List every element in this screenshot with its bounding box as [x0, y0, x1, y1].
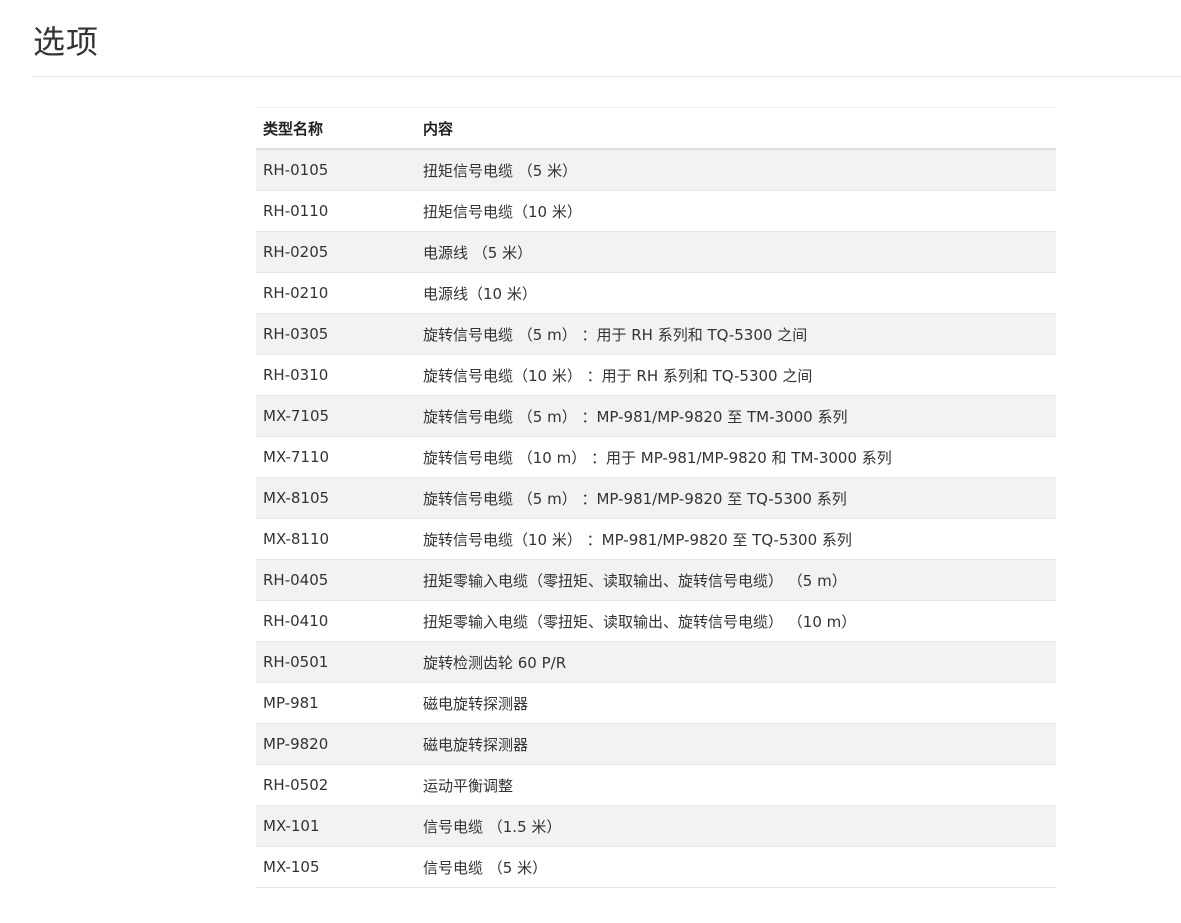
table-row: RH-0105 扭矩信号电缆 （5 米）	[256, 149, 1056, 191]
content-cell: 旋转信号电缆 （10 m） ：用于 MP-981/MP-9820 和 TM-30…	[416, 436, 1056, 478]
content-cell: 旋转信号电缆（10 米） ：用于 RH 系列和 TQ-5300 之间	[416, 354, 1056, 396]
table-row: MX-101 信号电缆 （1.5 米）	[256, 805, 1056, 847]
type-name-cell: RH-0502	[256, 764, 416, 806]
type-name-cell: RH-0410	[256, 600, 416, 642]
table-row: MX-8105 旋转信号电缆 （5 m） ：MP-981/MP-9820 至 TQ…	[256, 477, 1056, 519]
table-row: RH-0305 旋转信号电缆 （5 m） ：用于 RH 系列和 TQ-5300 之…	[256, 313, 1056, 355]
column-header-content: 内容	[416, 107, 1056, 150]
table-row: RH-0502 运动平衡调整	[256, 764, 1056, 806]
type-name-cell: MP-9820	[256, 723, 416, 765]
type-name-cell: RH-0310	[256, 354, 416, 396]
type-name-cell: MX-8110	[256, 518, 416, 560]
content-cell: 扭矩信号电缆（10 米）	[416, 190, 1056, 232]
content-cell: 磁电旋转探测器	[416, 723, 1056, 765]
table-row: RH-0205 电源线 （5 米）	[256, 231, 1056, 273]
content-cell: 运动平衡调整	[416, 764, 1056, 806]
table-row: MX-7110 旋转信号电缆 （10 m） ：用于 MP-981/MP-9820 …	[256, 436, 1056, 478]
table-row: MX-8110 旋转信号电缆（10 米） ：MP-981/MP-9820 至 TQ…	[256, 518, 1056, 560]
table-row: RH-0310 旋转信号电缆（10 米） ：用于 RH 系列和 TQ-5300 之…	[256, 354, 1056, 396]
content-cell: 扭矩信号电缆 （5 米）	[416, 149, 1056, 191]
type-name-cell: RH-0205	[256, 231, 416, 273]
content-cell: 扭矩零输入电缆（零扭矩、读取输出、旋转信号电缆） （5 m）	[416, 559, 1056, 601]
table-row: MP-981 磁电旋转探测器	[256, 682, 1056, 724]
table-header: 类型名称 内容	[256, 107, 1056, 150]
content-cell: 旋转信号电缆 （5 m） ：MP-981/MP-9820 至 TM-3000 系…	[416, 395, 1056, 437]
column-header-type-name: 类型名称	[256, 107, 416, 150]
header-row: 类型名称 内容	[256, 107, 1056, 150]
type-name-cell: RH-0405	[256, 559, 416, 601]
type-name-cell: RH-0305	[256, 313, 416, 355]
content-cell: 电源线（10 米）	[416, 272, 1056, 314]
title-divider	[32, 76, 1181, 77]
table-row: MP-9820 磁电旋转探测器	[256, 723, 1056, 765]
table-row: RH-0501 旋转检测齿轮 60 P/R	[256, 641, 1056, 683]
table-row: RH-0410 扭矩零输入电缆（零扭矩、读取输出、旋转信号电缆） （10 m）	[256, 600, 1056, 642]
type-name-cell: MX-105	[256, 846, 416, 888]
page-title: 选项	[33, 23, 100, 61]
table-body: RH-0105 扭矩信号电缆 （5 米） RH-0110 扭矩信号电缆（10 米） …	[256, 149, 1056, 888]
type-name-cell: RH-0110	[256, 190, 416, 232]
content-cell: 旋转信号电缆 （5 m） ：MP-981/MP-9820 至 TQ-5300 系…	[416, 477, 1056, 519]
content-cell: 信号电缆 （5 米）	[416, 846, 1056, 888]
content-cell: 扭矩零输入电缆（零扭矩、读取输出、旋转信号电缆） （10 m）	[416, 600, 1056, 642]
options-table-container: 类型名称 内容 RH-0105 扭矩信号电缆 （5 米） RH-0110 扭矩信号电…	[256, 107, 1056, 888]
type-name-cell: RH-0210	[256, 272, 416, 314]
type-name-cell: MX-101	[256, 805, 416, 847]
content-cell: 旋转信号电缆（10 米） ：MP-981/MP-9820 至 TQ-5300 系…	[416, 518, 1056, 560]
type-name-cell: MX-7105	[256, 395, 416, 437]
table-row: MX-7105 旋转信号电缆 （5 m） ：MP-981/MP-9820 至 TM…	[256, 395, 1056, 437]
table-row: RH-0405 扭矩零输入电缆（零扭矩、读取输出、旋转信号电缆） （5 m）	[256, 559, 1056, 601]
table-row: MX-105 信号电缆 （5 米）	[256, 846, 1056, 888]
type-name-cell: MP-981	[256, 682, 416, 724]
content-cell: 旋转检测齿轮 60 P/R	[416, 641, 1056, 683]
type-name-cell: RH-0105	[256, 149, 416, 191]
type-name-cell: MX-7110	[256, 436, 416, 478]
type-name-cell: RH-0501	[256, 641, 416, 683]
content-cell: 信号电缆 （1.5 米）	[416, 805, 1056, 847]
content-cell: 磁电旋转探测器	[416, 682, 1056, 724]
options-table: 类型名称 内容 RH-0105 扭矩信号电缆 （5 米） RH-0110 扭矩信号电…	[256, 107, 1056, 888]
table-row: RH-0210 电源线（10 米）	[256, 272, 1056, 314]
table-row: RH-0110 扭矩信号电缆（10 米）	[256, 190, 1056, 232]
content-cell: 旋转信号电缆 （5 m） ：用于 RH 系列和 TQ-5300 之间	[416, 313, 1056, 355]
content-cell: 电源线 （5 米）	[416, 231, 1056, 273]
type-name-cell: MX-8105	[256, 477, 416, 519]
